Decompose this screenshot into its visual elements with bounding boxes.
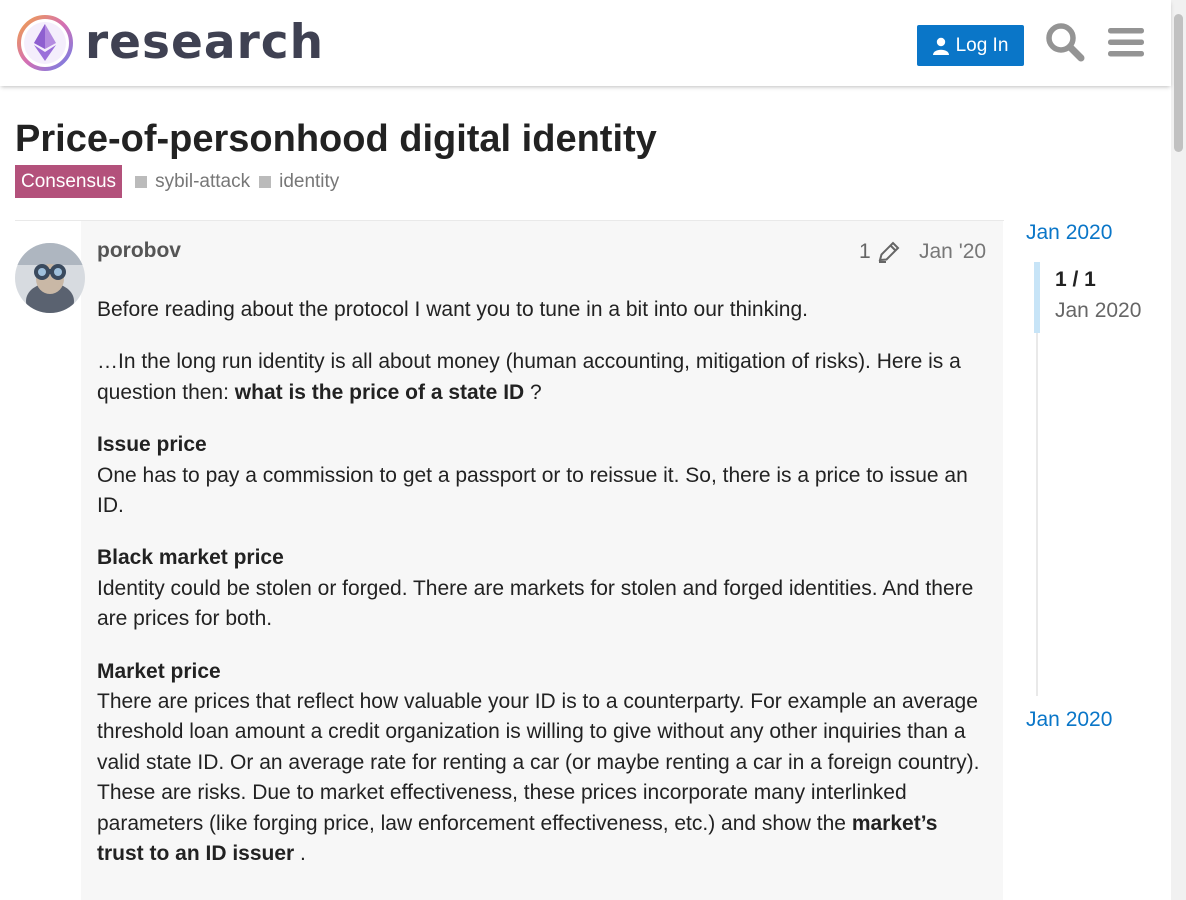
pencil-icon bbox=[878, 241, 900, 263]
page-scrollbar[interactable] bbox=[1171, 0, 1186, 900]
tag-identity[interactable]: identity bbox=[259, 171, 339, 193]
category-badge[interactable]: Consensus bbox=[15, 165, 123, 198]
tag-square-icon bbox=[135, 175, 148, 188]
timeline-end-date[interactable]: Jan 2020 bbox=[1026, 708, 1112, 732]
post-paragraph: Before reading about the protocol I want… bbox=[97, 295, 987, 325]
section-text: There are prices that reflect how valuab… bbox=[97, 690, 980, 835]
hamburger-menu-icon[interactable] bbox=[1105, 21, 1147, 63]
login-button-label: Log In bbox=[955, 34, 1009, 56]
post-date[interactable]: Jan '20 bbox=[919, 240, 986, 264]
topic-tags: Consensus sybil-attack identity bbox=[15, 165, 339, 198]
timeline-handle[interactable] bbox=[1034, 262, 1040, 333]
section-heading: Black market price bbox=[97, 546, 284, 570]
logo-text: research bbox=[85, 15, 325, 70]
tag-label: identity bbox=[279, 170, 340, 192]
timeline-post-counter: 1 / 1 bbox=[1055, 268, 1096, 291]
search-icon[interactable] bbox=[1044, 21, 1086, 63]
post-section: Market price There are prices that refle… bbox=[97, 657, 987, 870]
section-heading: Issue price bbox=[97, 433, 207, 457]
section-text: Identity could be stolen or forged. Ther… bbox=[97, 576, 974, 631]
topic-title[interactable]: Price-of-personhood digital identity bbox=[15, 118, 657, 161]
edit-count: 1 bbox=[859, 240, 871, 263]
post-section: Black market price Identity could be sto… bbox=[97, 543, 987, 634]
ethresearch-logo-icon bbox=[17, 15, 73, 71]
scrollbar-thumb[interactable] bbox=[1174, 14, 1183, 152]
paragraph-bold-text: what is the price of a state ID bbox=[234, 380, 525, 404]
section-text-after: . bbox=[294, 842, 306, 866]
user-avatar-image bbox=[15, 243, 85, 313]
avatar[interactable] bbox=[15, 243, 85, 313]
post-edit-history[interactable]: 1 bbox=[859, 240, 901, 264]
timeline-start-date[interactable]: Jan 2020 bbox=[1026, 221, 1112, 245]
tag-square-icon bbox=[259, 175, 272, 188]
post-content: Before reading about the protocol I want… bbox=[97, 295, 987, 892]
timeline-handle-date: Jan 2020 bbox=[1055, 299, 1142, 322]
section-heading: Market price bbox=[97, 659, 221, 683]
paragraph-text: Before reading about the protocol I want… bbox=[97, 298, 808, 321]
login-button[interactable]: Log In bbox=[917, 25, 1024, 66]
tag-sybil-attack[interactable]: sybil-attack bbox=[135, 171, 250, 193]
post-username[interactable]: porobov bbox=[97, 239, 181, 263]
tag-label: sybil-attack bbox=[155, 170, 251, 192]
post-paragraph: …In the long run identity is all about m… bbox=[97, 347, 987, 408]
post-section: Issue price One has to pay a commission … bbox=[97, 430, 987, 521]
paragraph-text-after: ? bbox=[524, 380, 542, 404]
section-text: One has to pay a commission to get a pas… bbox=[97, 463, 968, 518]
site-header: research Log In bbox=[0, 0, 1171, 86]
user-icon bbox=[932, 37, 949, 55]
site-logo[interactable]: research bbox=[16, 14, 324, 72]
